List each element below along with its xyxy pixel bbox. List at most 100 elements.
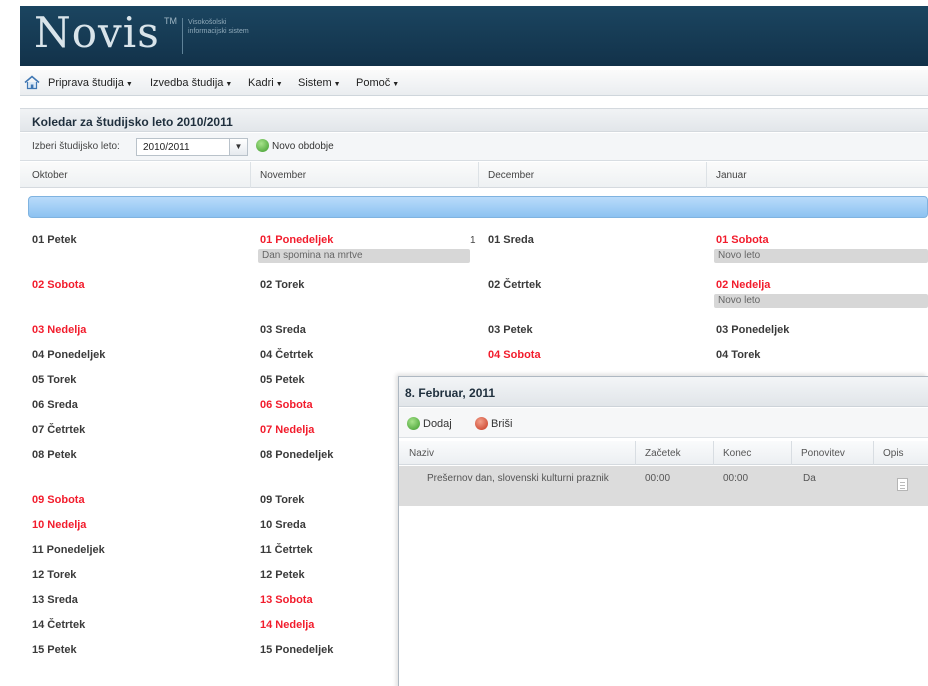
column-header-naziv[interactable]: Naziv [409,448,434,459]
menu-label: Izvedba študija [150,77,224,89]
day-cell[interactable]: 08 Petek [32,449,77,461]
column-header-zacetek[interactable]: Začetek [645,448,681,459]
day-cell-weekend[interactable]: 07 Nedelja [260,424,314,436]
cell-konec: 00:00 [723,473,749,484]
day-cell[interactable]: 12 Petek [260,569,305,581]
delete-label: Briši [491,418,513,430]
day-cell[interactable]: 15 Petek [32,644,77,656]
column-header-ponovitev[interactable]: Ponovitev [801,448,845,459]
day-cell[interactable]: 10 Sreda [260,519,306,531]
day-cell[interactable]: 11 Ponedeljek [32,544,105,556]
logo[interactable]: Novis [34,8,160,57]
period-bar[interactable] [28,196,928,218]
table-row[interactable]: Prešernov dan, slovenski kulturni prazni… [399,466,928,506]
day-cell[interactable]: 01 Sreda [488,234,534,246]
day-cell[interactable]: 02 Četrtek [488,279,541,291]
day-cell[interactable]: 08 Ponedeljek [260,449,333,461]
menu-kadri[interactable]: Kadri ▼ [248,77,283,89]
cell-zacetek: 00:00 [645,473,671,484]
day-cell-weekend[interactable]: 02 Sobota [32,279,85,291]
event-count: 1 [470,235,476,246]
home-icon[interactable] [24,75,40,90]
column-header-konec[interactable]: Konec [723,448,751,459]
calendar-toolbar: Izberi študijsko leto: 2010/2011 ▼ Novo … [20,133,928,161]
column-divider [713,441,714,465]
popup-toolbar: Dodaj Briši [399,408,928,438]
chevron-down-icon[interactable]: ▼ [229,139,247,155]
column-divider [635,441,636,465]
holiday-event[interactable]: Dan spomina na mrtve [258,249,470,263]
year-label: Izberi študijsko leto: [32,141,120,152]
chevron-down-icon: ▼ [333,81,341,88]
delete-button[interactable]: Briši [475,417,512,430]
menu-label: Kadri [248,77,274,89]
trademark-mark: TM [164,16,177,26]
day-cell[interactable]: 05 Torek [32,374,76,386]
day-detail-popup: 8. Februar, 2011 Dodaj Briši Naziv Začet… [398,376,928,686]
day-cell[interactable]: 06 Sreda [32,399,78,411]
menu-izvedba-studija[interactable]: Izvedba študija ▼ [150,77,232,89]
day-cell-weekend[interactable]: 03 Nedelja [32,324,86,336]
day-cell-weekend[interactable]: 06 Sobota [260,399,313,411]
month-november: November [260,170,307,181]
holiday-event[interactable]: Novo leto [714,249,928,263]
add-button[interactable]: Dodaj [407,417,452,430]
new-period-button[interactable]: Novo obdobje [256,139,334,155]
column-divider [250,162,251,188]
day-cell-weekend[interactable]: 01 Sobota [716,234,769,246]
column-divider [478,162,479,188]
day-cell-weekend[interactable]: 01 Ponedeljek [260,234,333,246]
popup-title: 8. Februar, 2011 [399,377,928,407]
year-value: 2010/2011 [143,142,190,153]
menu-label: Priprava študija [48,77,124,89]
cell-naziv: Prešernov dan, slovenski kulturni prazni… [427,473,609,484]
menu-label: Sistem [298,77,332,89]
menu-sistem[interactable]: Sistem ▼ [298,77,341,89]
app-header: Novis TM Visokošolski informacijski sist… [20,6,928,66]
day-cell[interactable]: 01 Petek [32,234,77,246]
menu-priprava-studija[interactable]: Priprava študija ▼ [48,77,133,89]
panel-title: Koledar za študijsko leto 2010/2011 [20,108,928,132]
holiday-event[interactable]: Novo leto [714,294,928,308]
delete-icon [475,417,488,430]
chevron-down-icon: ▼ [392,81,400,88]
chevron-down-icon: ▼ [125,81,133,88]
month-januar: Januar [716,170,747,181]
column-divider [791,441,792,465]
day-cell[interactable]: 02 Torek [260,279,304,291]
day-cell[interactable]: 07 Četrtek [32,424,85,436]
day-cell-weekend[interactable]: 09 Sobota [32,494,85,506]
table-header: Naziv Začetek Konec Ponovitev Opis [399,441,928,465]
day-cell[interactable]: 03 Petek [488,324,533,336]
day-cell-weekend[interactable]: 10 Nedelja [32,519,86,531]
day-cell-weekend[interactable]: 02 Nedelja [716,279,770,291]
month-december: December [488,170,535,181]
column-header-opis[interactable]: Opis [883,448,904,459]
day-cell-weekend[interactable]: 13 Sobota [260,594,313,606]
day-cell[interactable]: 03 Sreda [260,324,306,336]
day-cell[interactable]: 11 Četrtek [260,544,313,556]
day-cell[interactable]: 05 Petek [260,374,305,386]
application-window: Novis TM Visokošolski informacijski sist… [20,6,928,686]
document-icon[interactable] [897,478,908,491]
day-cell-weekend[interactable]: 04 Sobota [488,349,541,361]
logo-divider [182,18,183,54]
day-cell[interactable]: 09 Torek [260,494,304,506]
day-cell[interactable]: 13 Sreda [32,594,78,606]
day-cell[interactable]: 15 Ponedeljek [260,644,333,656]
chevron-down-icon: ▼ [275,81,283,88]
column-divider [873,441,874,465]
menu-label: Pomoč [356,77,391,89]
menu-pomoc[interactable]: Pomoč ▼ [356,77,399,89]
add-icon [407,417,420,430]
day-cell[interactable]: 14 Četrtek [32,619,85,631]
day-cell[interactable]: 03 Ponedeljek [716,324,789,336]
day-cell-weekend[interactable]: 14 Nedelja [260,619,314,631]
add-label: Dodaj [423,418,452,430]
day-cell[interactable]: 04 Torek [716,349,760,361]
add-icon [256,139,269,152]
day-cell[interactable]: 12 Torek [32,569,76,581]
day-cell[interactable]: 04 Ponedeljek [32,349,105,361]
year-select[interactable]: 2010/2011 ▼ [136,138,248,156]
day-cell[interactable]: 04 Četrtek [260,349,313,361]
